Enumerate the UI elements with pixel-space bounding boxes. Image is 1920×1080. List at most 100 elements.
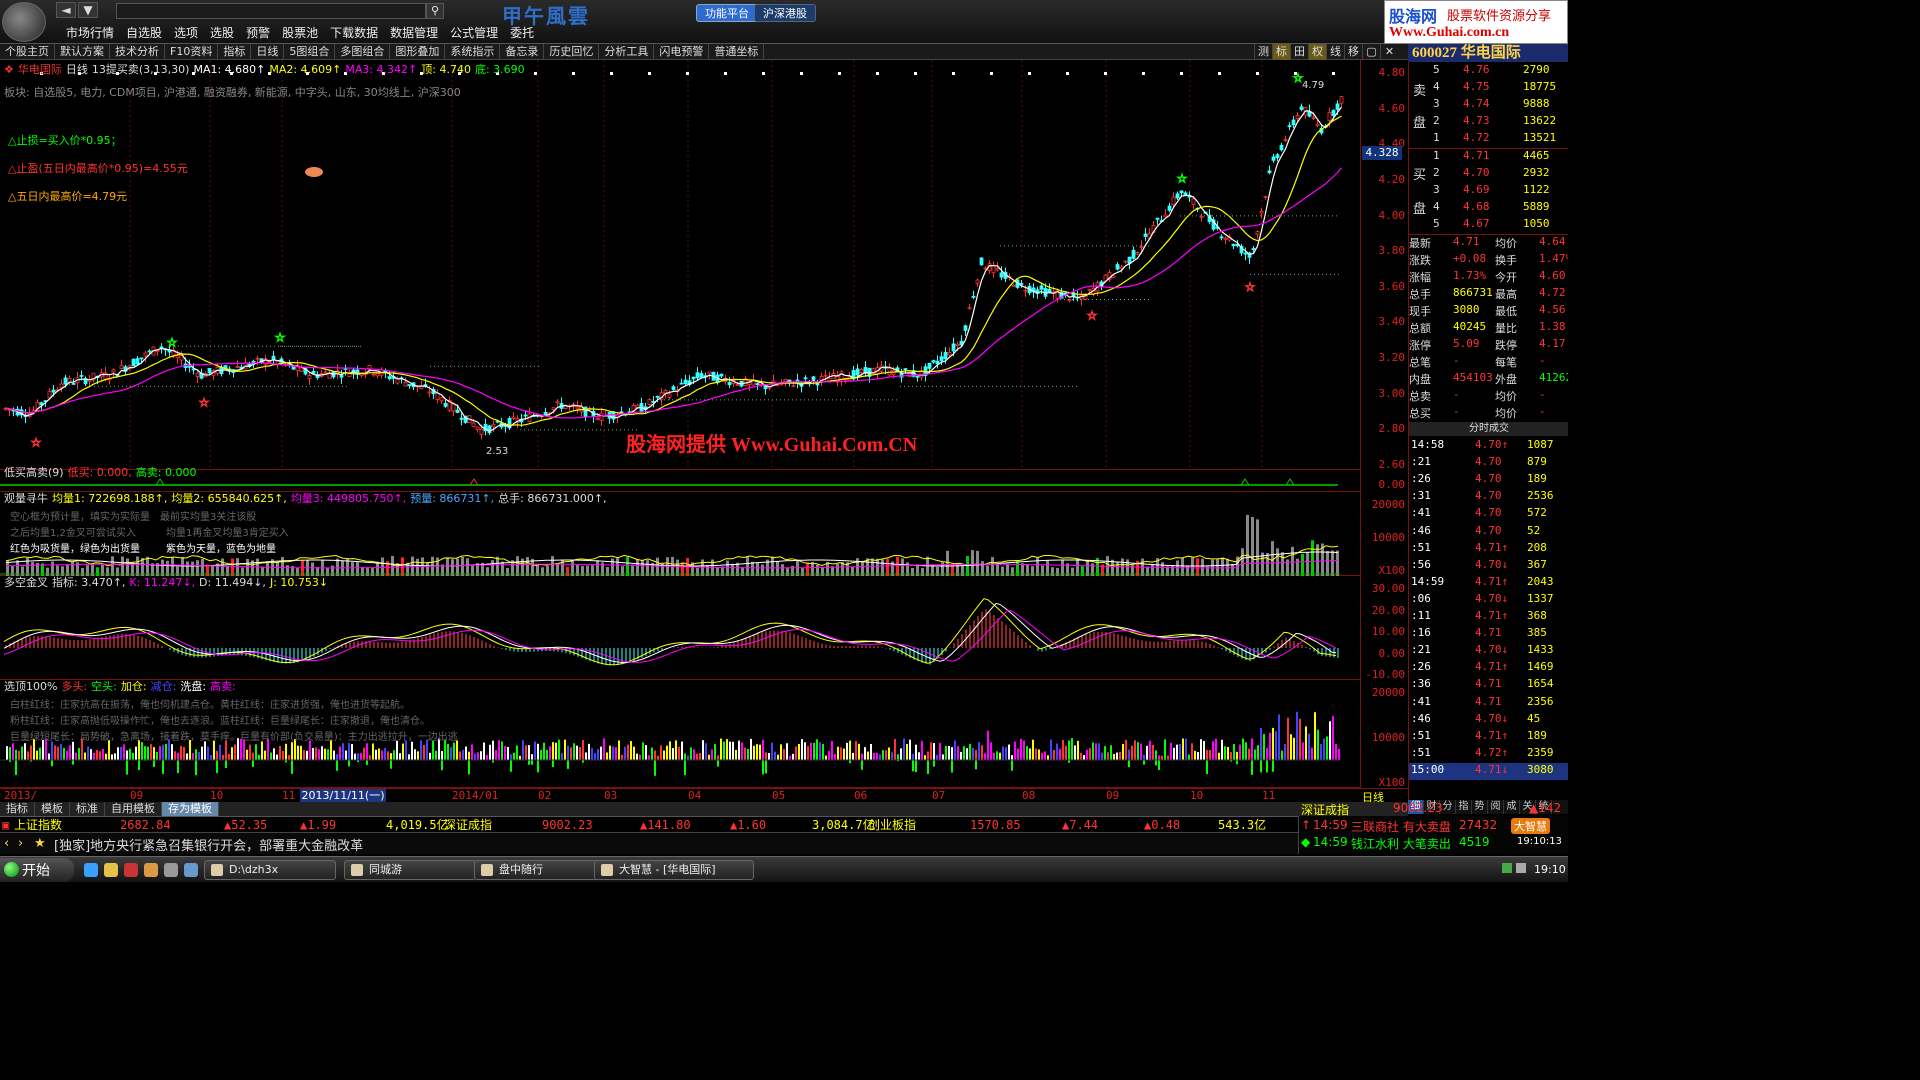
index-name[interactable]: 深证成指	[1301, 801, 1349, 818]
axis-label: 20000	[1371, 498, 1405, 511]
top-select-bar	[498, 740, 500, 760]
toolbar-item[interactable]: 个股主页	[0, 44, 55, 59]
quote-tab[interactable]: 指	[1456, 800, 1472, 814]
indicator-tab[interactable]: 自用模板	[105, 802, 162, 816]
indicator-tab[interactable]: 标准	[70, 802, 105, 816]
toolbar-item[interactable]: F10资料	[165, 44, 219, 59]
top-select-bar	[723, 741, 725, 760]
indicator-tab[interactable]: 存为模板	[162, 802, 219, 816]
toolbar-item[interactable]: 分析工具	[599, 44, 655, 59]
hk-connect-button[interactable]: 沪深港股	[754, 4, 816, 22]
forward-arrow-icon[interactable]: ▼	[78, 2, 98, 18]
toolbar-right-button[interactable]: 标	[1272, 44, 1290, 60]
toolbar-item[interactable]: 默认方案	[55, 44, 110, 59]
toolbar-item[interactable]: 备忘录	[500, 44, 545, 59]
menu-item[interactable]: 预警	[240, 24, 276, 41]
toolbar-right-button[interactable]: ✕	[1380, 44, 1398, 60]
volume-pane[interactable]: 观量寻牛 均量1: 722698.188↑, 均量2: 655840.625↑, 均量…	[0, 492, 1360, 576]
toolbar-item[interactable]: 普通坐标	[709, 44, 765, 59]
menu-item[interactable]: 股票池	[276, 24, 324, 41]
taskbar-button[interactable]: D:\dzh3x	[204, 860, 336, 880]
menu-item[interactable]: 公式管理	[444, 24, 504, 41]
signal-dot	[762, 72, 765, 75]
menu-item[interactable]: 下载数据	[324, 24, 384, 41]
top-select-bar	[366, 743, 368, 760]
toolbar-right-button[interactable]: 田	[1290, 44, 1308, 60]
toolbar-item[interactable]: 5图组合	[284, 44, 336, 59]
toolbar-item[interactable]: 历史回忆	[544, 44, 600, 59]
quote-tab[interactable]: 阅	[1488, 800, 1504, 814]
menu-item[interactable]: 选项	[168, 24, 204, 41]
folder-icon[interactable]	[104, 863, 118, 877]
search-icon[interactable]: ⚲	[426, 3, 444, 19]
prev-icon[interactable]: ‹	[4, 836, 9, 851]
quote-cell: 4.70↓	[1475, 591, 1509, 605]
indicator-tab[interactable]: 指标	[0, 802, 35, 816]
toolbar-item[interactable]: 系统指示	[445, 44, 501, 59]
top-select-bar	[1311, 747, 1313, 760]
ie-icon[interactable]	[84, 863, 98, 877]
function-platform-button[interactable]: 功能平台	[696, 4, 758, 22]
kdj-pane[interactable]: 多空金叉 指标: 3.470↑, K: 11.247↓, D: 11.494↓, J: …	[0, 576, 1360, 680]
toolbar-right-button[interactable]: 线	[1326, 44, 1344, 60]
top-select-pane[interactable]: 选顶100% 多头: 空头: 加仓: 减仓: 洗盘: 高卖: 白柱红线：庄家抗高在振荡，俺也…	[0, 680, 1360, 788]
menu-item[interactable]: 自选股	[120, 24, 168, 41]
top-select-bar	[765, 752, 767, 760]
app-quicklaunch-icon[interactable]	[144, 863, 158, 877]
toolbar-item[interactable]: 技术分析	[110, 44, 165, 59]
top-select-bar	[1005, 747, 1007, 760]
app-quicklaunch-icon[interactable]	[184, 863, 198, 877]
volume-bar	[746, 556, 749, 576]
quote-cell: 均价	[1495, 390, 1517, 403]
price-pane[interactable]: ☆ ☆ ☆ ☆ ☆ ☆ ☆ ☆ ❖ 华电国际 日线 13提买卖(3,13,30) MA1: 4.680…	[0, 60, 1360, 470]
menu-item[interactable]: 数据管理	[384, 24, 444, 41]
top-select-bar	[519, 755, 521, 760]
quote-tab[interactable]: 势	[1472, 800, 1488, 814]
news-bar[interactable]: ‹ › ★ [独家]地方央行紧急召集银行开会，部署重大金融改革	[0, 832, 1298, 854]
stop-note: △止损=买入价*0.95；	[8, 134, 122, 147]
top-select-bar	[30, 745, 32, 760]
volume-icon[interactable]	[1516, 863, 1526, 873]
toolbar-right-button[interactable]: ▢	[1362, 44, 1380, 60]
candlestick-chart[interactable]: ☆ ☆☆☆☆☆☆☆	[0, 60, 1360, 470]
taskbar-button[interactable]: 同城游	[344, 860, 476, 880]
alert-logo[interactable]: 大智慧	[1511, 818, 1550, 834]
lowhigh-title: 低买高卖(9) 低买: 0.000, 高卖: 0.000	[4, 464, 201, 480]
next-icon[interactable]: ›	[18, 836, 23, 851]
menu-item[interactable]: 市场行情	[60, 24, 120, 41]
candle-body	[1327, 112, 1332, 121]
signal-star-icon: ☆	[199, 396, 210, 410]
ticks-title[interactable]: 分时成交	[1409, 422, 1568, 436]
toolbar-right-button[interactable]: 测	[1254, 44, 1272, 60]
taskbar-button[interactable]: 盘中随行	[474, 860, 606, 880]
toolbar-item[interactable]: 闪电预警	[654, 44, 710, 59]
taskbar-button[interactable]: 大智慧 - [华电国际]	[594, 860, 754, 880]
toolbar-right-button[interactable]: 权	[1308, 44, 1326, 60]
candle-body	[635, 404, 640, 408]
menu-item[interactable]: 选股	[204, 24, 240, 41]
quote-tab[interactable]: 成	[1504, 800, 1520, 814]
alert-text[interactable]: 三联商社 有大卖盘	[1351, 818, 1451, 835]
index-name[interactable]: 上证指数	[14, 817, 62, 833]
app-quicklaunch-icon[interactable]	[124, 863, 138, 877]
tray-icon[interactable]	[1502, 863, 1512, 873]
chart-area[interactable]: ☆ ☆ ☆ ☆ ☆ ☆ ☆ ☆ ❖ 华电国际 日线 13提买卖(3,13,30) MA1: 4.680…	[0, 60, 1408, 802]
indicator-tab[interactable]: 模板	[35, 802, 70, 816]
top-select-bar	[645, 745, 647, 760]
alert-text[interactable]: 钱江水利 大笔卖出	[1351, 835, 1451, 852]
toolbar-right-button[interactable]: 移	[1344, 44, 1362, 60]
app-quicklaunch-icon[interactable]	[164, 863, 178, 877]
toolbar-item[interactable]: 日线	[251, 44, 285, 59]
toolbar-item[interactable]: 指标	[218, 44, 252, 59]
quote-cell: 4.70↓	[1475, 711, 1509, 725]
app-logo-icon[interactable]	[2, 2, 46, 42]
back-arrow-icon[interactable]: ◄	[56, 2, 76, 18]
lowhigh-pane[interactable]: 低买高卖(9) 低买: 0.000, 高卖: 0.000	[0, 466, 1360, 492]
command-input[interactable]	[116, 3, 426, 19]
news-headline[interactable]: [独家]地方央行紧急召集银行开会，部署重大金融改革	[54, 835, 363, 854]
index-name[interactable]: 深证成指	[444, 817, 492, 833]
toolbar-item[interactable]: 多图组合	[335, 44, 391, 59]
index-name[interactable]: 创业板指	[868, 817, 916, 833]
ad-banner[interactable]: 股海网 股票软件资源分享 Www.Guhai.com.cn	[1384, 0, 1568, 44]
toolbar-item[interactable]: 图形叠加	[390, 44, 446, 59]
